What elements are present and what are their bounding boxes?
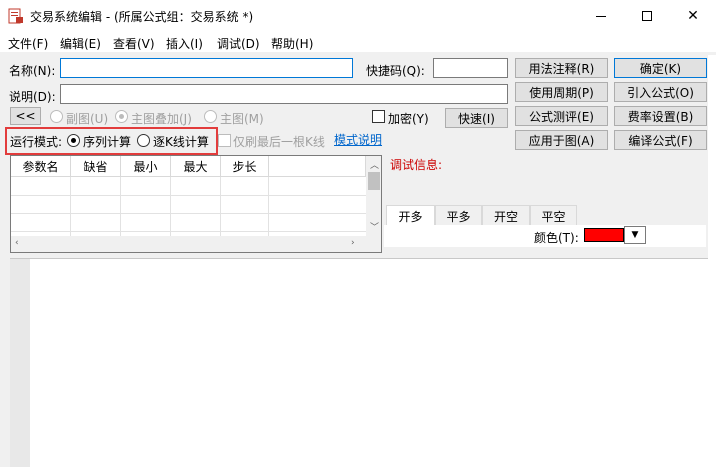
shortcut-input[interactable] [433,58,508,78]
color-label: 颜色(T): [534,231,579,245]
grid-col-line [268,177,269,236]
menu-help[interactable]: 帮助(H) [271,35,313,52]
main-chart-label: 主图(M) [220,112,264,126]
grid-col-line [220,177,221,236]
tab-close-short[interactable]: 平空 [530,205,577,226]
grid-row-line [11,231,366,232]
app-icon [8,8,23,24]
scroll-thumb[interactable] [368,172,380,190]
description-input[interactable] [60,84,508,104]
tab-close-long[interactable]: 平多 [435,205,482,226]
main-chart-radio[interactable] [204,110,217,123]
close-button[interactable]: ✕ [670,0,716,32]
encrypt-label: 加密(Y) [388,112,429,126]
description-label: 说明(D): [9,90,56,104]
fee-setting-button[interactable]: 费率设置(B) [614,106,707,126]
per-bar-radio[interactable] [137,134,150,147]
grid-col-line [170,177,171,236]
last-bar-only-checkbox[interactable] [218,134,231,147]
grid-col-line [70,177,71,236]
vertical-scrollbar[interactable]: ︿ ﹀ [366,156,381,236]
param-grid-header[interactable]: 最小 [121,156,171,177]
per-bar-label: 逐K线计算 [153,135,209,149]
main-overlay-label: 主图叠加(J) [131,112,192,126]
sequential-radio[interactable] [67,134,80,147]
menu-insert[interactable]: 插入(I) [166,35,203,52]
formula-editor[interactable] [10,258,708,467]
main-overlay-radio[interactable] [115,110,128,123]
grid-col-line [120,177,121,236]
debug-info-label: 调试信息: [390,158,443,172]
param-grid[interactable]: 参数名 缺省 最小 最大 步长 ︿ ﹀ ‹ › [10,155,382,253]
chevron-down-icon: ▼ [631,230,639,240]
color-swatch[interactable] [584,228,624,242]
shortcut-label: 快捷码(Q): [366,64,425,78]
last-bar-only-label: 仅刷最后一根K线 [233,135,325,149]
menu-edit[interactable]: 编辑(E) [60,35,101,52]
sub-chart-label: 副图(U) [66,112,109,126]
minimize-button[interactable] [578,0,624,32]
editor-gutter [10,259,30,467]
collapse-button[interactable]: << [10,107,41,125]
formula-test-button[interactable]: 公式测评(E) [515,106,608,126]
apply-to-chart-button[interactable]: 应用于图(A) [515,130,608,150]
param-grid-header[interactable]: 最大 [171,156,221,177]
grid-row-line [11,195,366,196]
horizontal-scrollbar[interactable]: ‹ › [11,236,381,252]
menu-view[interactable]: 查看(V) [113,35,155,52]
encrypt-checkbox[interactable] [372,110,385,123]
param-grid-header[interactable]: 步长 [221,156,269,177]
tab-open-long[interactable]: 开多 [386,205,435,226]
usage-note-button[interactable]: 用法注释(R) [515,58,608,78]
scroll-up-icon[interactable]: ︿ [370,158,379,171]
use-period-button[interactable]: 使用周期(P) [515,82,608,102]
window-title: 交易系统编辑 - (所属公式组：交易系统 *) [30,10,254,24]
name-label: 名称(N): [9,64,56,78]
maximize-button[interactable] [624,0,670,32]
grid-row-line [11,213,366,214]
color-dropdown-button[interactable]: ▼ [624,226,646,244]
import-formula-button[interactable]: 引入公式(O) [614,82,707,102]
mode-help-link[interactable]: 模式说明 [334,131,382,148]
minimize-icon [596,15,606,17]
tab-open-short[interactable]: 开空 [482,205,530,226]
param-grid-header[interactable]: 参数名 [11,156,71,177]
scroll-down-icon[interactable]: ﹀ [370,220,379,233]
menu-debug[interactable]: 调试(D) [217,35,260,52]
maximize-icon [642,11,652,21]
sub-chart-radio[interactable] [50,110,63,123]
param-grid-header-empty [269,156,366,177]
menu-file[interactable]: 文件(F) [8,35,48,52]
window-edge [708,55,716,467]
fast-button[interactable]: 快速(I) [445,108,508,128]
confirm-button[interactable]: 确定(K) [614,58,707,78]
run-mode-label: 运行模式: [10,135,63,149]
param-grid-header[interactable]: 缺省 [71,156,121,177]
sequential-label: 序列计算 [83,135,132,149]
close-icon: ✕ [687,8,699,24]
menu-bar: 文件(F) 编辑(E) 查看(V) 插入(I) 调试(D) 帮助(H) [0,32,716,52]
compile-formula-button[interactable]: 编译公式(F) [614,130,707,150]
name-input[interactable] [60,58,353,78]
scroll-right-icon[interactable]: › [351,238,355,248]
scroll-left-icon[interactable]: ‹ [15,238,19,248]
